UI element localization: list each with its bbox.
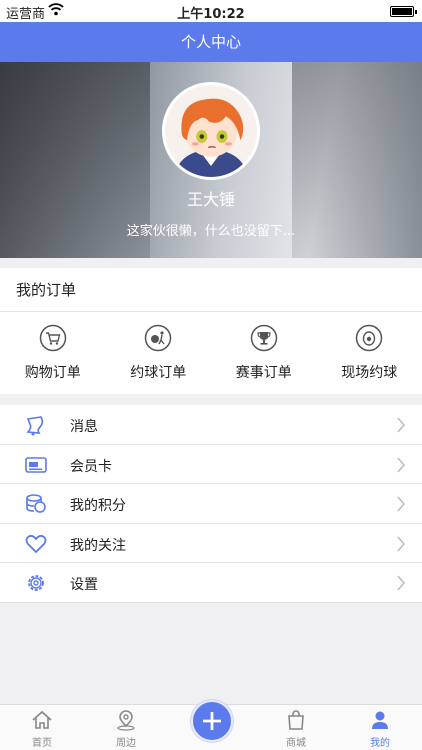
avatar-image bbox=[165, 85, 257, 177]
menu-item-label: 我的关注 bbox=[70, 537, 126, 554]
user-name: 王大锤 bbox=[186, 190, 235, 209]
order-event-label: 赛事订单 bbox=[235, 365, 292, 381]
tab-label: 首页 bbox=[32, 738, 52, 749]
order-shopping[interactable]: 购物订单 bbox=[0, 312, 106, 394]
location-pin-icon bbox=[117, 710, 135, 731]
menu-item-label: 会员卡 bbox=[70, 458, 112, 475]
heart-icon bbox=[25, 534, 47, 553]
order-ball-booking-label: 约球订单 bbox=[130, 365, 187, 381]
menu-item-settings[interactable]: 设置 bbox=[0, 563, 422, 603]
tab-nearby[interactable]: 周边 bbox=[84, 705, 168, 750]
user-bio: 这家伙很懒，什么也没留下... bbox=[126, 224, 296, 239]
order-shopping-label: 购物订单 bbox=[24, 365, 81, 381]
bell-icon bbox=[26, 416, 44, 436]
menu-item-messages[interactable]: 消息 bbox=[0, 405, 422, 445]
battery-icon bbox=[390, 6, 417, 17]
status-time: 上午10:22 bbox=[177, 7, 245, 22]
tab-home[interactable]: 首页 bbox=[0, 705, 84, 750]
profile-header: 王大锤 这家伙很懒，什么也没留下... bbox=[0, 62, 422, 258]
menu-list: 消息 会员卡 我的积分 我的关注 设置 bbox=[0, 405, 422, 603]
order-event[interactable]: 赛事订单 bbox=[211, 312, 317, 394]
trophy-icon bbox=[250, 324, 277, 352]
shopping-bag-icon bbox=[288, 710, 304, 730]
chevron-right-icon bbox=[397, 575, 405, 591]
vip-card-icon bbox=[25, 456, 47, 473]
tab-mall[interactable]: 商城 bbox=[254, 705, 338, 750]
status-bar: 运营商 上午10:22 bbox=[0, 0, 422, 22]
chevron-right-icon bbox=[397, 457, 405, 472]
home-icon bbox=[32, 710, 52, 729]
court-ball-icon bbox=[356, 324, 383, 352]
user-icon bbox=[372, 711, 388, 729]
page-title: 个人中心 bbox=[180, 33, 241, 51]
tab-label: 商城 bbox=[286, 738, 306, 749]
chevron-right-icon bbox=[397, 536, 405, 551]
menu-item-membership-card[interactable]: 会员卡 bbox=[0, 445, 422, 484]
tab-label: 我的 bbox=[370, 738, 390, 749]
shopping-cart-icon bbox=[39, 324, 66, 352]
menu-item-points[interactable]: 我的积分 bbox=[0, 484, 422, 524]
menu-item-label: 我的积分 bbox=[70, 498, 126, 514]
gear-icon bbox=[28, 575, 44, 591]
nav-bar: 个人中心 bbox=[0, 22, 422, 62]
menu-item-label: 消息 bbox=[70, 419, 98, 435]
add-button[interactable] bbox=[191, 700, 233, 742]
coins-icon bbox=[26, 494, 46, 513]
chevron-right-icon bbox=[397, 417, 405, 433]
menu-item-follows[interactable]: 我的关注 bbox=[0, 524, 422, 563]
menu-item-label: 设置 bbox=[70, 577, 98, 593]
avatar[interactable] bbox=[162, 82, 260, 180]
plus-icon bbox=[202, 711, 222, 731]
chevron-right-icon bbox=[397, 496, 405, 512]
order-ball-booking[interactable]: 约球订单 bbox=[106, 312, 212, 394]
order-onsite-label: 现场约球 bbox=[341, 365, 398, 381]
my-orders-section: 我的订单 购物订单 约球订单 赛事订单 现场约球 bbox=[0, 268, 422, 394]
tab-mine[interactable]: 我的 bbox=[338, 705, 422, 750]
order-onsite[interactable]: 现场约球 bbox=[317, 312, 422, 394]
ball-player-icon bbox=[145, 324, 172, 352]
my-orders-title[interactable]: 我的订单 bbox=[0, 268, 422, 312]
tab-label: 周边 bbox=[116, 738, 136, 749]
